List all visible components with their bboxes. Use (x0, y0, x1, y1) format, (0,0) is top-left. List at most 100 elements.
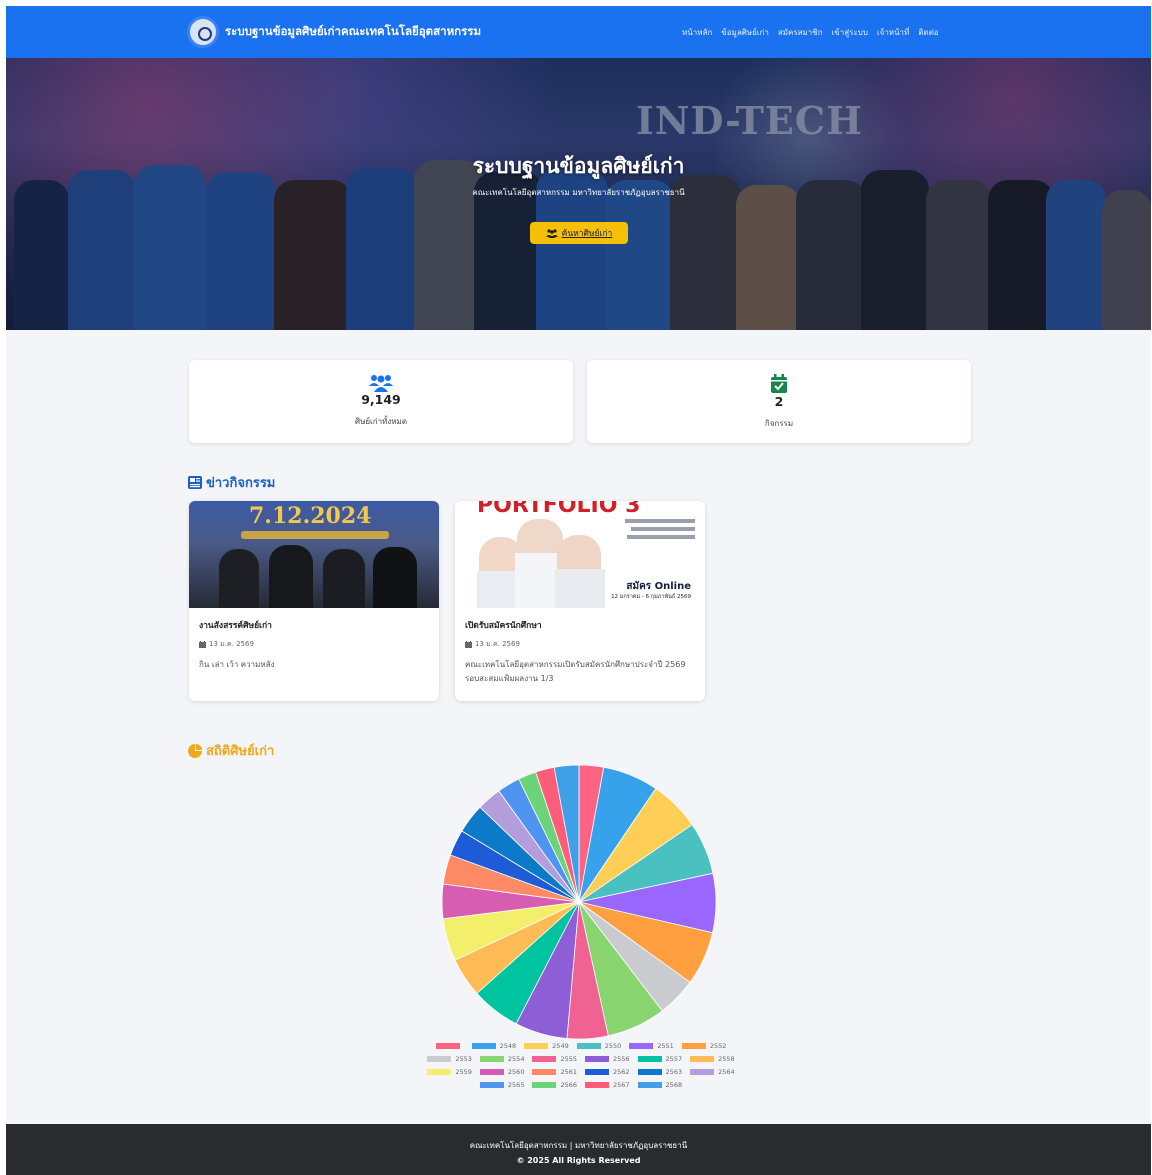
pie-slice[interactable] (441, 883, 580, 920)
legend-item[interactable]: 2554 (479, 1054, 524, 1064)
news-image-apply-online: สมัคร Online (626, 581, 691, 592)
pie-slice[interactable] (578, 824, 714, 903)
legend-label: 2557 (665, 1055, 683, 1063)
legend-label: 2560 (507, 1068, 525, 1076)
legend-label: 2549 (552, 1042, 569, 1050)
pie-slice[interactable] (578, 872, 717, 934)
news-description: คณะเทคโนโลยีอุตสาหกรรมเปิดรับสมัครนักศึก… (465, 660, 686, 683)
news-title: งานสังสรรค์ศิษย์เก่า (199, 621, 272, 631)
users-icon (545, 228, 558, 238)
news-date: 13 ม.ค. 2569 (199, 639, 429, 650)
legend-item[interactable]: 2551 (629, 1041, 674, 1051)
university-logo-icon (187, 16, 219, 48)
legend-label: 2559 (455, 1068, 472, 1076)
brand-link[interactable]: ระบบฐานข้อมูลศิษย์เก่าคณะเทคโนโลยีอุตสาห… (187, 16, 481, 48)
news-section-label: ข่าวกิจกรรม (206, 476, 276, 491)
legend-item[interactable]: 2548 (471, 1041, 516, 1051)
hero-subtitle: คณะเทคโนโลยีอุตสาหกรรม มหาวิทยาลัยราชภัฏ… (472, 188, 685, 197)
pie-slice[interactable] (461, 806, 580, 903)
legend-item[interactable]: 2552 (681, 1041, 726, 1051)
news-section-title: ข่าวกิจกรรม (188, 472, 275, 493)
legend-item[interactable]: 2555 (532, 1054, 577, 1064)
legend-label: 2565 (507, 1081, 525, 1089)
legend-item[interactable] (435, 1041, 464, 1051)
legend-swatch (690, 1056, 715, 1062)
nav-staff[interactable]: เจ้าหน้าที่ (877, 26, 909, 39)
nav-home[interactable]: หน้าหลัก (682, 26, 712, 39)
pie-slice[interactable] (476, 901, 580, 1025)
legend-label: 2564 (718, 1068, 735, 1076)
legend-label: 2568 (665, 1081, 683, 1089)
legend-label: 2550 (604, 1042, 622, 1050)
news-image-date-text: 7.12.2024 (249, 503, 372, 529)
legend-swatch (479, 1056, 504, 1062)
pie-slice[interactable] (578, 901, 663, 1037)
pie-slice[interactable] (578, 901, 691, 1012)
calendar-icon (465, 641, 472, 648)
newspaper-icon (188, 476, 202, 489)
legend-item[interactable]: 2565 (479, 1080, 525, 1090)
legend-item[interactable]: 2563 (637, 1067, 682, 1077)
legend-label: 2555 (560, 1055, 577, 1063)
legend-swatch (690, 1069, 715, 1075)
legend-item[interactable]: 2562 (585, 1067, 630, 1077)
legend-item[interactable]: 2567 (585, 1080, 630, 1090)
pie-slice[interactable] (515, 901, 580, 1039)
legend-swatch (427, 1069, 452, 1075)
nav-links: หน้าหลัก ข้อมูลศิษย์เก่า สมัครสมาชิก เข้… (682, 26, 939, 39)
legend-label: 2561 (560, 1068, 577, 1076)
legend-item[interactable]: 2550 (576, 1041, 622, 1051)
legend-item[interactable]: 2566 (532, 1080, 577, 1090)
nav-contact[interactable]: ติดต่อ (918, 26, 938, 39)
legend-swatch (637, 1082, 662, 1088)
legend-item[interactable]: 2564 (690, 1067, 735, 1077)
legend-label: 2567 (613, 1081, 630, 1089)
nav-alumni-info[interactable]: ข้อมูลศิษย์เก่า (721, 26, 769, 39)
chart-legend: 2548 2549 2550 2551 2552 2553 2554 2555 2556 2557… (426, 1041, 736, 1090)
page: ระบบฐานข้อมูลศิษย์เก่าคณะเทคโนโลยีอุตสาห… (6, 6, 1151, 1175)
users-icon (369, 375, 393, 392)
news-image: PORTFOLIO 3 สมัคร Online 12 มกราคม - 6 ก… (455, 501, 705, 608)
legend-swatch (637, 1069, 662, 1075)
brand-title: ระบบฐานข้อมูลศิษย์เก่าคณะเทคโนโลยีอุตสาห… (225, 24, 482, 38)
activity-count-label: กิจกรรม (764, 419, 794, 428)
pie-slice[interactable] (498, 778, 580, 903)
legend-swatch (629, 1043, 654, 1049)
pie-slice[interactable] (442, 854, 580, 903)
news-card[interactable]: 7.12.2024 งานสังสรรค์ศิษย์เก่า 13 ม.ค. 2… (189, 501, 439, 701)
nav-login[interactable]: เข้าสู่ระบบ (832, 26, 868, 39)
nav-register[interactable]: สมัครสมาชิก (778, 26, 823, 39)
pie-slice[interactable] (578, 766, 657, 903)
alumni-count: 9,149 (361, 392, 401, 407)
stat-card-activities: 2 กิจกรรม (587, 360, 971, 443)
legend-swatch (585, 1056, 609, 1062)
legend-label: 2566 (560, 1081, 577, 1089)
legend-swatch (532, 1082, 557, 1088)
legend-item[interactable]: 2553 (427, 1054, 472, 1064)
legend-item[interactable]: 2561 (532, 1067, 577, 1077)
pie-slice[interactable] (518, 771, 580, 903)
pie-slice[interactable] (442, 901, 580, 961)
legend-item[interactable]: 2559 (427, 1067, 472, 1077)
pie-slice[interactable] (566, 901, 609, 1040)
hero-title: ระบบฐานข้อมูลศิษย์เก่า (472, 154, 685, 178)
pie-slice[interactable] (535, 766, 580, 903)
search-alumni-button[interactable]: ค้นหาศิษย์เก่า (530, 222, 628, 244)
legend-item[interactable]: 2556 (585, 1054, 630, 1064)
legend-item[interactable]: 2558 (690, 1054, 735, 1064)
pie-slice[interactable] (479, 790, 580, 903)
pie-slice[interactable] (578, 764, 605, 903)
legend-swatch (576, 1043, 601, 1049)
legend-item[interactable]: 2568 (637, 1080, 683, 1090)
legend-item[interactable]: 2560 (479, 1067, 525, 1077)
legend-label: 2551 (657, 1042, 674, 1050)
pie-slice[interactable] (553, 764, 580, 903)
legend-swatch (479, 1069, 504, 1075)
legend-item[interactable]: 2557 (637, 1054, 683, 1064)
news-card[interactable]: PORTFOLIO 3 สมัคร Online 12 มกราคม - 6 ก… (455, 501, 705, 701)
pie-slice[interactable] (449, 830, 580, 903)
pie-slice[interactable] (578, 787, 693, 903)
legend-item[interactable]: 2549 (524, 1041, 569, 1051)
pie-slice[interactable] (454, 901, 580, 994)
pie-slice[interactable] (578, 901, 713, 983)
